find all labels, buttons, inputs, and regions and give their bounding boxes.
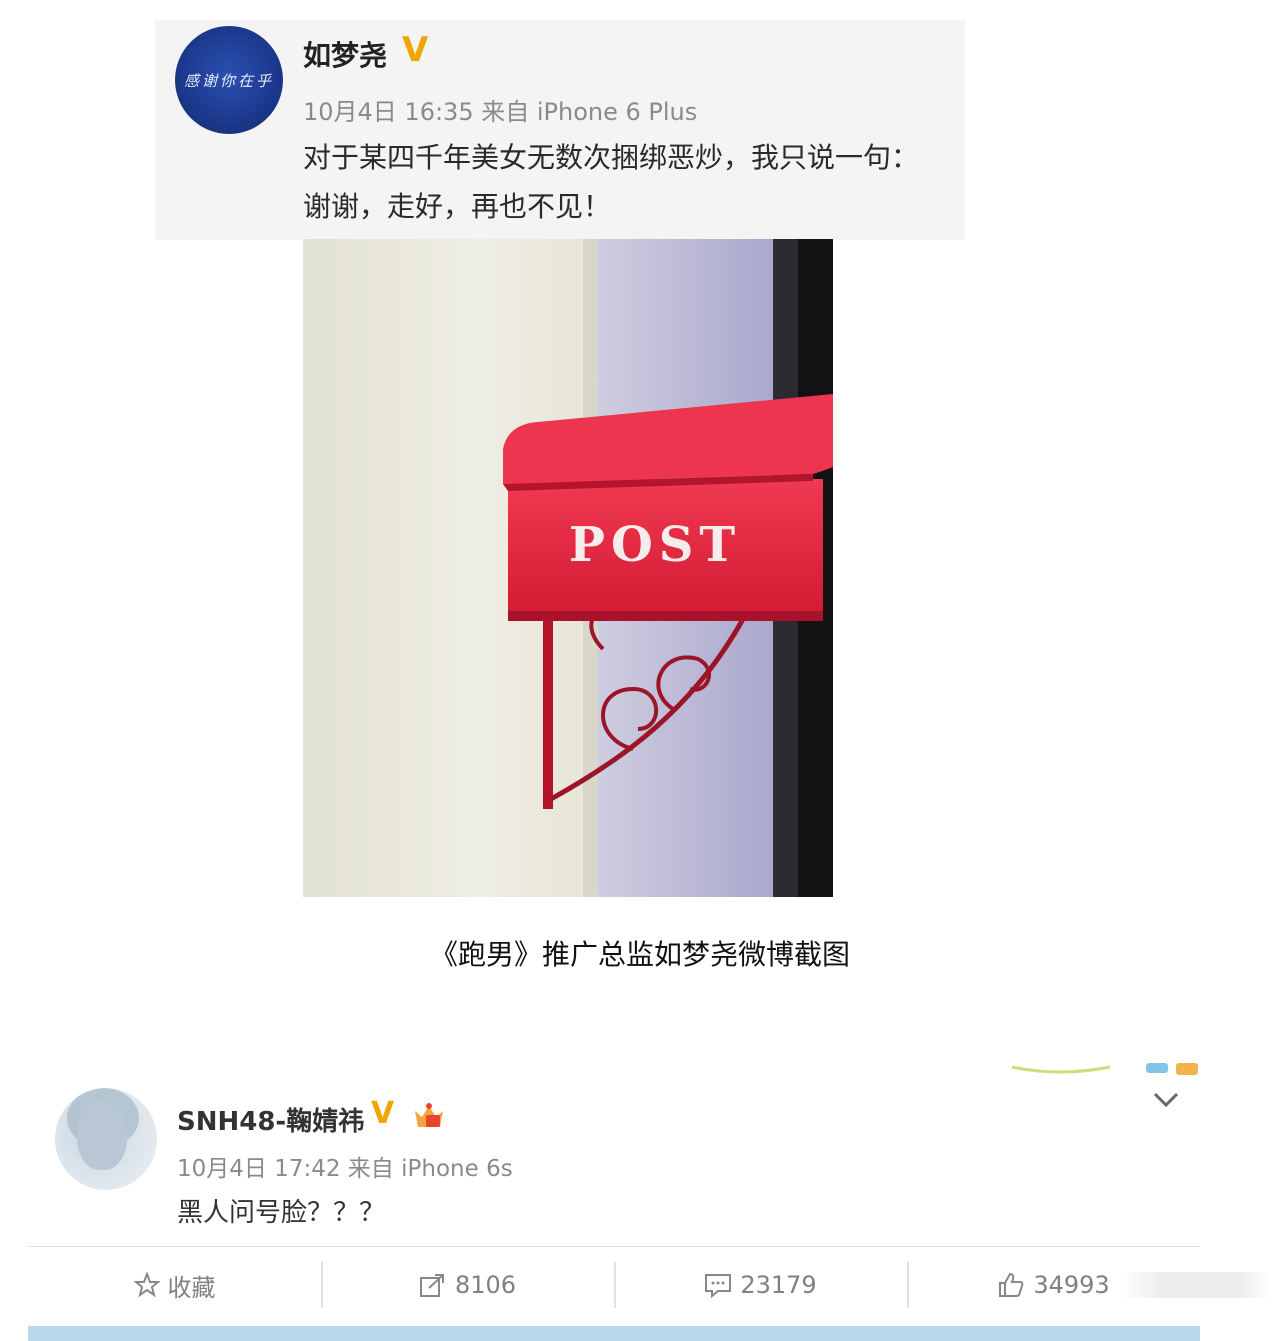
chevron-down-icon[interactable]	[1152, 1086, 1180, 1116]
comment-button[interactable]: 23179	[614, 1262, 907, 1308]
comment-count: 23179	[740, 1271, 817, 1299]
thumbs-up-icon	[999, 1272, 1024, 1297]
favorite-button[interactable]: 收藏	[28, 1262, 321, 1308]
verified-icon: V	[402, 30, 429, 70]
like-count: 34993	[1033, 1271, 1110, 1299]
verified-icon: V	[371, 1096, 395, 1131]
mailbox-sign: POST	[569, 517, 741, 573]
user-name[interactable]: SNH48-鞠婧祎	[177, 1101, 364, 1138]
post-text-line-1: 对于某四千年美女无数次捆绑恶炒，我只说一句：	[303, 141, 920, 174]
mailbox-photo: POST	[303, 239, 833, 897]
watermark	[1120, 1272, 1270, 1298]
comment-icon	[705, 1274, 732, 1298]
action-bar: 收藏 8106 23179 34993	[28, 1262, 1200, 1308]
post-text: 黑人问号脸？？？	[177, 1198, 386, 1228]
star-icon	[133, 1272, 160, 1298]
decoration-graphic	[1011, 1063, 1198, 1075]
avatar-face	[77, 1100, 127, 1170]
post-meta: 10月4日 16:35 来自 iPhone 6 Plus	[303, 98, 698, 126]
user-name[interactable]: 如梦尧	[303, 34, 387, 74]
post-meta: 10月4日 17:42 来自 iPhone 6s	[177, 1156, 513, 1182]
crown-icon	[415, 1103, 443, 1127]
avatar[interactable]: 感谢你在乎	[175, 26, 283, 134]
bottom-bar	[28, 1326, 1200, 1341]
image-caption: 《跑男》推广总监如梦尧微博截图	[429, 938, 850, 971]
post-photo[interactable]: POST	[303, 239, 833, 897]
favorite-label: 收藏	[167, 1273, 216, 1302]
repost-button[interactable]: 8106	[321, 1262, 614, 1308]
repost-icon	[419, 1274, 444, 1297]
repost-count: 8106	[454, 1271, 517, 1299]
avatar-text: 感谢你在乎	[183, 71, 274, 90]
avatar[interactable]	[55, 1088, 157, 1190]
divider	[28, 1246, 1200, 1247]
post-text-line-2: 谢谢，走好，再也不见！	[303, 190, 612, 223]
